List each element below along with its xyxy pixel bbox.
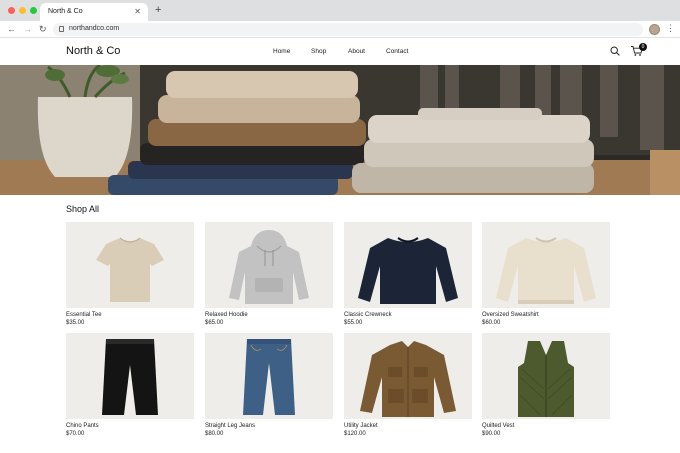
back-arrow-icon[interactable]: ←	[7, 24, 16, 34]
vest-icon	[518, 341, 574, 417]
product-name[interactable]: Oversized Sweatshirt	[482, 312, 610, 318]
product-price: $90.00	[482, 431, 501, 437]
product-name[interactable]: Straight Leg Jeans	[205, 423, 333, 429]
hero-banner-image	[0, 65, 680, 195]
nav-home[interactable]: Home	[273, 48, 290, 55]
lock-icon	[59, 26, 64, 32]
product-image[interactable]	[344, 222, 472, 308]
close-window-button[interactable]	[8, 7, 15, 14]
forward-arrow-icon[interactable]: →	[23, 24, 32, 34]
maximize-window-button[interactable]	[30, 7, 37, 14]
pants-icon	[102, 339, 158, 415]
product-image[interactable]	[66, 333, 194, 419]
jeans-icon	[243, 339, 295, 415]
new-tab-icon[interactable]: +	[155, 4, 161, 16]
product-name[interactable]: Quilted Vest	[482, 423, 610, 429]
product-card[interactable]: Chino Pants $70.00	[66, 333, 194, 437]
profile-avatar[interactable]	[649, 24, 660, 35]
product-price: $65.00	[205, 320, 224, 326]
hoodie-icon	[229, 230, 309, 304]
url-text: northandco.com	[69, 25, 120, 32]
tab-title: North & Co	[48, 8, 83, 15]
product-card[interactable]: Relaxed Hoodie $65.00	[205, 222, 333, 326]
nav-contact[interactable]: Contact	[386, 48, 408, 55]
product-card[interactable]: Oversized Sweatshirt $60.00	[482, 222, 610, 326]
product-image[interactable]	[344, 333, 472, 419]
minimize-window-button[interactable]	[19, 7, 26, 14]
close-tab-icon[interactable]: ✕	[134, 7, 141, 16]
jacket-icon	[360, 341, 456, 417]
product-name[interactable]: Utility Jacket	[344, 423, 472, 429]
product-name[interactable]: Relaxed Hoodie	[205, 312, 333, 318]
product-price: $55.00	[344, 320, 363, 326]
section-title: Shop All	[66, 204, 100, 214]
product-card[interactable]: Utility Jacket $120.00	[344, 333, 472, 437]
site-header: North & Co Home Shop About Contact 0	[0, 38, 680, 65]
browser-tab[interactable]: North & Co ✕	[40, 3, 148, 21]
product-price: $120.00	[344, 431, 366, 437]
product-price: $60.00	[482, 320, 501, 326]
product-card[interactable]: Classic Crewneck $55.00	[344, 222, 472, 326]
product-image[interactable]	[482, 333, 610, 419]
cart-count-badge: 0	[639, 43, 647, 51]
product-name[interactable]: Essential Tee	[66, 312, 194, 318]
browser-tab-bar: North & Co ✕ +	[0, 0, 680, 21]
product-price: $70.00	[66, 431, 85, 437]
search-icon[interactable]	[610, 46, 620, 56]
browser-menu-icon[interactable]: ⋮	[666, 23, 675, 34]
product-card[interactable]: Quilted Vest $90.00	[482, 333, 610, 437]
crewneck-icon	[358, 237, 458, 304]
site-logo[interactable]: North & Co	[66, 45, 120, 57]
address-bar[interactable]: northandco.com	[53, 23, 643, 36]
product-image[interactable]	[205, 333, 333, 419]
nav-about[interactable]: About	[348, 48, 365, 55]
product-card[interactable]: Straight Leg Jeans $80.00	[205, 333, 333, 437]
product-price: $35.00	[66, 320, 85, 326]
web-page: North & Co Home Shop About Contact 0 Sho…	[0, 38, 680, 453]
folded-sweaters-stack	[352, 108, 594, 193]
nav-shop[interactable]: Shop	[311, 48, 326, 55]
tee-icon	[96, 237, 164, 302]
product-image[interactable]	[205, 222, 333, 308]
product-image[interactable]	[482, 222, 610, 308]
product-name[interactable]: Classic Crewneck	[344, 312, 472, 318]
sweatshirt-icon	[496, 237, 596, 304]
reload-icon[interactable]: ↻	[39, 24, 47, 35]
product-image[interactable]	[66, 222, 194, 308]
window-controls	[8, 7, 37, 14]
product-price: $80.00	[205, 431, 224, 437]
browser-toolbar: ← → ↻ northandco.com ⋮	[0, 21, 680, 38]
product-card[interactable]: Essential Tee $35.00	[66, 222, 194, 326]
product-name[interactable]: Chino Pants	[66, 423, 194, 429]
